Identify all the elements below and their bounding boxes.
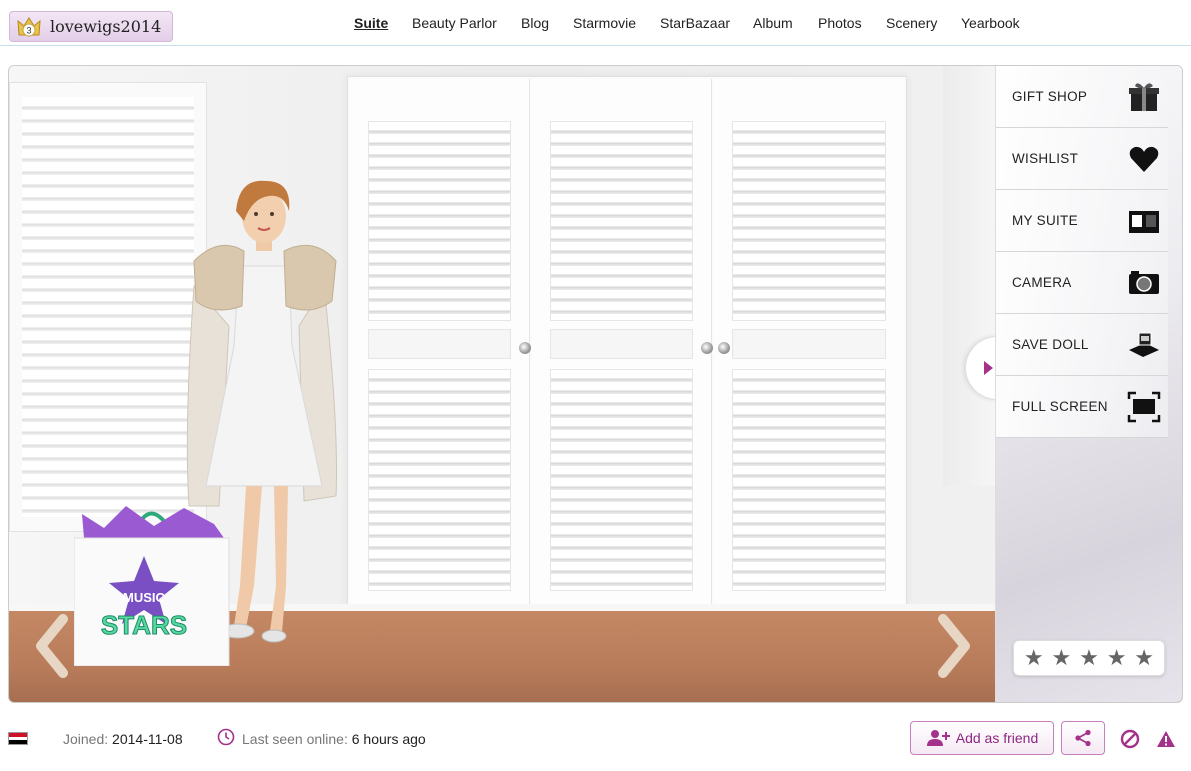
suite-scene: MUSIC STARS st GIFT SHOP WISHLIST MY SUI…	[8, 65, 1183, 703]
share-icon	[1075, 729, 1091, 747]
top-header: 3 lovewigs2014 Suite Beauty Parlor Blog …	[0, 0, 1191, 46]
camera-button[interactable]: CAMERA	[996, 252, 1168, 314]
side-panel: GIFT SHOP WISHLIST MY SUITE CAMERA SAVE …	[995, 66, 1182, 702]
nav-album[interactable]: Album	[753, 15, 793, 31]
next-arrow-button[interactable]	[929, 611, 977, 681]
nav-scenery[interactable]: Scenery	[886, 15, 937, 31]
last-seen: Last seen online: 6 hours ago	[242, 731, 426, 747]
save-doll-icon	[1126, 327, 1162, 363]
clock-icon	[217, 728, 235, 746]
rating-star-1[interactable]: ★	[1024, 647, 1044, 669]
profile-footer: Joined: 2014-11-08 Last seen online: 6 h…	[0, 718, 1191, 758]
rating-star-2[interactable]: ★	[1052, 647, 1072, 669]
full-screen-button[interactable]: FULL SCREEN	[996, 376, 1168, 438]
wishlist-button[interactable]: WISHLIST	[996, 128, 1168, 190]
nav-starmovie[interactable]: Starmovie	[573, 15, 636, 31]
camera-icon	[1126, 265, 1162, 301]
door-knob	[718, 342, 730, 354]
nav-yearbook[interactable]: Yearbook	[961, 15, 1020, 31]
rating-star-3[interactable]: ★	[1079, 647, 1099, 669]
bag-text-stars: STARS	[101, 610, 187, 640]
door-knob	[519, 342, 531, 354]
wardrobe-door-1	[350, 79, 530, 605]
nav-photos[interactable]: Photos	[818, 15, 862, 31]
gift-icon	[1126, 79, 1162, 115]
play-arrow-icon	[984, 361, 993, 375]
add-friend-button[interactable]: Add as friend	[910, 721, 1054, 755]
share-button[interactable]	[1061, 721, 1105, 755]
save-doll-button[interactable]: SAVE DOLL	[996, 314, 1168, 376]
wardrobe	[347, 76, 907, 606]
star-rating: ★ ★ ★ ★ ★	[1013, 640, 1165, 676]
nav-blog[interactable]: Blog	[521, 15, 549, 31]
my-suite-button[interactable]: MY SUITE	[996, 190, 1168, 252]
joined-date: Joined: 2014-11-08	[63, 731, 183, 747]
heart-icon	[1126, 141, 1162, 177]
wardrobe-door-3	[714, 79, 904, 605]
nav-starbazaar[interactable]: StarBazaar	[660, 15, 730, 31]
report-warning-icon[interactable]	[1156, 729, 1176, 749]
nav-suite[interactable]: Suite	[354, 15, 388, 31]
previous-arrow-button[interactable]	[29, 611, 77, 681]
rating-star-4[interactable]: ★	[1107, 647, 1127, 669]
nav-beauty-parlor[interactable]: Beauty Parlor	[412, 15, 497, 31]
door-knob	[701, 342, 713, 354]
block-icon[interactable]	[1120, 729, 1140, 749]
country-flag-icon	[8, 732, 28, 745]
bag-text-music: MUSIC	[123, 590, 166, 605]
main-nav: Suite Beauty Parlor Blog Starmovie StarB…	[0, 15, 1191, 33]
suite-icon	[1126, 203, 1162, 239]
wardrobe-door-2	[532, 79, 712, 605]
fullscreen-icon	[1126, 389, 1162, 425]
music-stars-bag: MUSIC STARS st	[74, 506, 230, 666]
add-user-icon	[926, 730, 950, 746]
gift-shop-button[interactable]: GIFT SHOP	[996, 66, 1168, 128]
add-friend-label: Add as friend	[955, 730, 1039, 746]
rating-star-5[interactable]: ★	[1134, 647, 1154, 669]
right-window	[943, 66, 1003, 486]
